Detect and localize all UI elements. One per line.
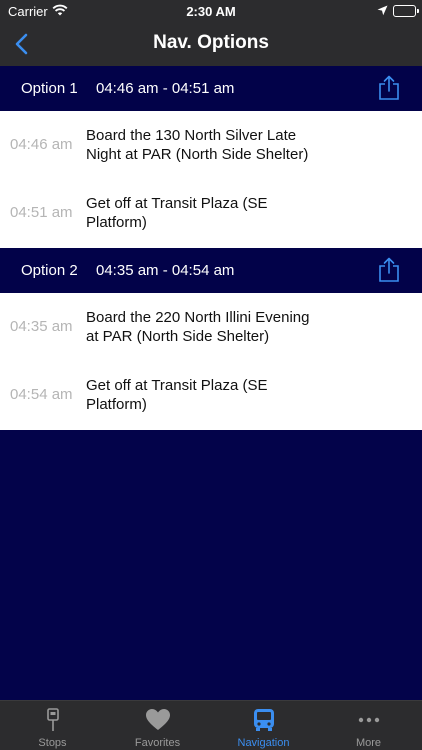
more-dots-icon [356, 708, 382, 732]
step-row[interactable]: 04:46 am Board the 130 North Silver Late… [0, 111, 422, 179]
step-instruction: Board the 130 North Silver Late Night at… [86, 127, 309, 163]
option-steps-2: 04:35 am Board the 220 North Illini Even… [0, 293, 422, 430]
page-title: Nav. Options [153, 32, 269, 53]
step-instruction: Get off at Transit Plaza (SE Platform) [86, 377, 268, 413]
tab-label: Favorites [134, 737, 181, 749]
bus-stop-icon [40, 708, 66, 732]
option-time-range: 04:35 am - 04:54 am [96, 262, 235, 279]
step-time: 04:51 am [10, 204, 73, 221]
status-time: 2:30 AM [186, 4, 236, 19]
step-time: 04:46 am [10, 136, 73, 153]
tab-favorites[interactable]: Favorites [105, 701, 210, 750]
bus-icon [251, 708, 277, 732]
tab-label: More [355, 737, 382, 749]
step-time: 04:54 am [10, 386, 73, 403]
step-time: 04:35 am [10, 318, 73, 335]
step-instruction: Get off at Transit Plaza (SE Platform) [86, 195, 268, 231]
location-arrow-icon [377, 4, 388, 19]
status-bar: Carrier 2:30 AM [0, 0, 422, 22]
battery-icon [393, 5, 419, 17]
step-row[interactable]: 04:51 am Get off at Transit Plaza (SE Pl… [0, 179, 422, 247]
option-header-1: Option 1 04:46 am - 04:51 am [0, 66, 422, 111]
option-label: Option 2 [21, 262, 78, 279]
tab-label: Stops [38, 737, 67, 749]
tab-more[interactable]: More [316, 701, 421, 750]
option-time-range: 04:46 am - 04:51 am [96, 80, 235, 97]
tab-navigation[interactable]: Navigation [211, 701, 316, 750]
option-label: Option 1 [21, 80, 78, 97]
share-icon[interactable] [378, 75, 400, 101]
tab-stops[interactable]: Stops [0, 701, 105, 750]
share-icon[interactable] [378, 257, 400, 283]
option-header-2: Option 2 04:35 am - 04:54 am [0, 248, 422, 293]
step-row[interactable]: 04:35 am Board the 220 North Illini Even… [0, 293, 422, 361]
step-row[interactable]: 04:54 am Get off at Transit Plaza (SE Pl… [0, 361, 422, 429]
heart-icon [145, 708, 171, 732]
option-steps-1: 04:46 am Board the 130 North Silver Late… [0, 111, 422, 248]
navigation-bar: Nav. Options [0, 22, 422, 66]
tab-bar: Stops Favorites Navigation More [0, 700, 422, 750]
tab-label: Navigation [237, 737, 290, 749]
step-instruction: Board the 220 North Illini Evening at PA… [86, 309, 310, 345]
